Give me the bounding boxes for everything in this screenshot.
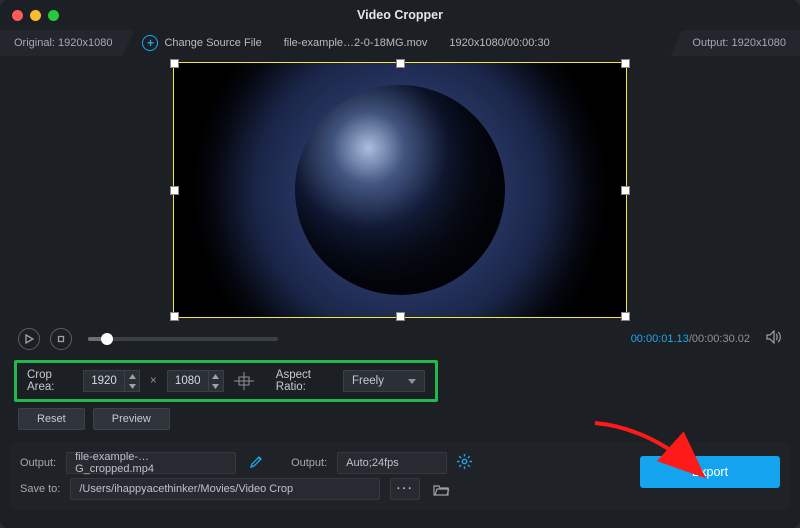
output-res-block: Output: 1920x1080 [670,30,800,56]
open-folder-button[interactable] [430,478,452,500]
output-value: 1920x1080 [732,37,786,49]
output-filename-field[interactable]: file-example-…G_cropped.mp4 [66,452,236,474]
aspect-ratio-select[interactable]: Freely [343,370,425,392]
titlebar: Video Cropper [0,0,800,30]
save-path-field[interactable]: /Users/ihappyacethinker/Movies/Video Cro… [70,478,380,500]
plus-icon: + [142,35,158,51]
output-format: Auto;24fps [346,457,399,469]
action-buttons-row: Reset Preview [0,408,800,438]
seek-knob[interactable] [101,333,113,345]
output-format-label: Output: [291,457,327,469]
window: Video Cropper Original: 1920x1080 + Chan… [0,0,800,528]
seek-slider[interactable] [88,337,278,341]
original-res-block: Original: 1920x1080 [0,30,134,56]
app-title: Video Cropper [0,8,800,22]
output-format-field[interactable]: Auto;24fps [337,452,447,474]
chevron-down-icon [408,379,416,384]
crop-handle-nw[interactable] [171,60,178,67]
change-source-button[interactable]: + Change Source File [142,35,261,51]
info-bar: Original: 1920x1080 + Change Source File… [0,30,800,56]
preview-button[interactable]: Preview [93,408,170,430]
crop-handle-se[interactable] [622,313,629,320]
time-display: 00:00:01.13/00:00:30.02 [631,333,750,345]
save-path: /Users/ihappyacethinker/Movies/Video Cro… [79,483,293,495]
video-stage [0,56,800,318]
crop-width-field[interactable] [83,370,140,392]
source-meta: 1920x1080/00:00:30 [449,37,549,49]
center-icon [234,372,254,390]
original-value: 1920x1080 [58,37,112,49]
output-file-label: Output: [20,457,56,469]
browse-folder-button[interactable]: ··· [390,478,420,500]
edit-filename-button[interactable] [250,455,263,471]
folder-open-icon [433,483,449,496]
change-source-label: Change Source File [164,37,261,49]
video-preview[interactable] [173,62,627,318]
volume-button[interactable] [766,330,782,349]
crop-height-step-down[interactable] [209,381,223,391]
volume-icon [766,330,782,344]
center-crop-button[interactable] [234,370,254,392]
stop-icon [56,334,66,344]
output-panel: Output: file-example-…G_cropped.mp4 Outp… [10,442,790,510]
output-filename: file-example-…G_cropped.mp4 [75,451,227,475]
crop-width-step-up[interactable] [125,371,139,381]
aspect-ratio-value: Freely [352,375,384,387]
crop-handle-ne[interactable] [622,60,629,67]
current-time: 00:00:01.13 [631,333,689,345]
crop-handle-e[interactable] [622,187,629,194]
crop-width-step-down[interactable] [125,381,139,391]
crop-height-input[interactable] [168,375,208,387]
crop-width-input[interactable] [84,375,124,387]
total-time: 00:00:30.02 [692,333,750,345]
crop-height-field[interactable] [167,370,224,392]
crop-area-label: Crop Area: [27,369,73,393]
crop-rectangle[interactable] [173,62,627,318]
crop-handle-sw[interactable] [171,313,178,320]
pencil-icon [250,455,263,468]
output-label: Output: [692,37,728,49]
source-filename: file-example…2-0-18MG.mov [284,37,428,49]
stop-button[interactable] [50,328,72,350]
gear-icon [457,454,472,469]
crop-height-step-up[interactable] [209,371,223,381]
original-label: Original: [14,37,55,49]
multiply-symbol: × [150,375,157,387]
aspect-ratio-label: Aspect Ratio: [276,369,333,393]
playback-controls: 00:00:01.13/00:00:30.02 [0,318,800,356]
format-settings-button[interactable] [457,454,472,472]
crop-handle-s[interactable] [397,313,404,320]
play-icon [24,334,34,344]
crop-handle-n[interactable] [397,60,404,67]
crop-settings-panel: Crop Area: × Aspect Ratio: Freely [14,360,438,402]
crop-handle-w[interactable] [171,187,178,194]
play-button[interactable] [18,328,40,350]
reset-button[interactable]: Reset [18,408,85,430]
save-to-label: Save to: [20,483,60,495]
